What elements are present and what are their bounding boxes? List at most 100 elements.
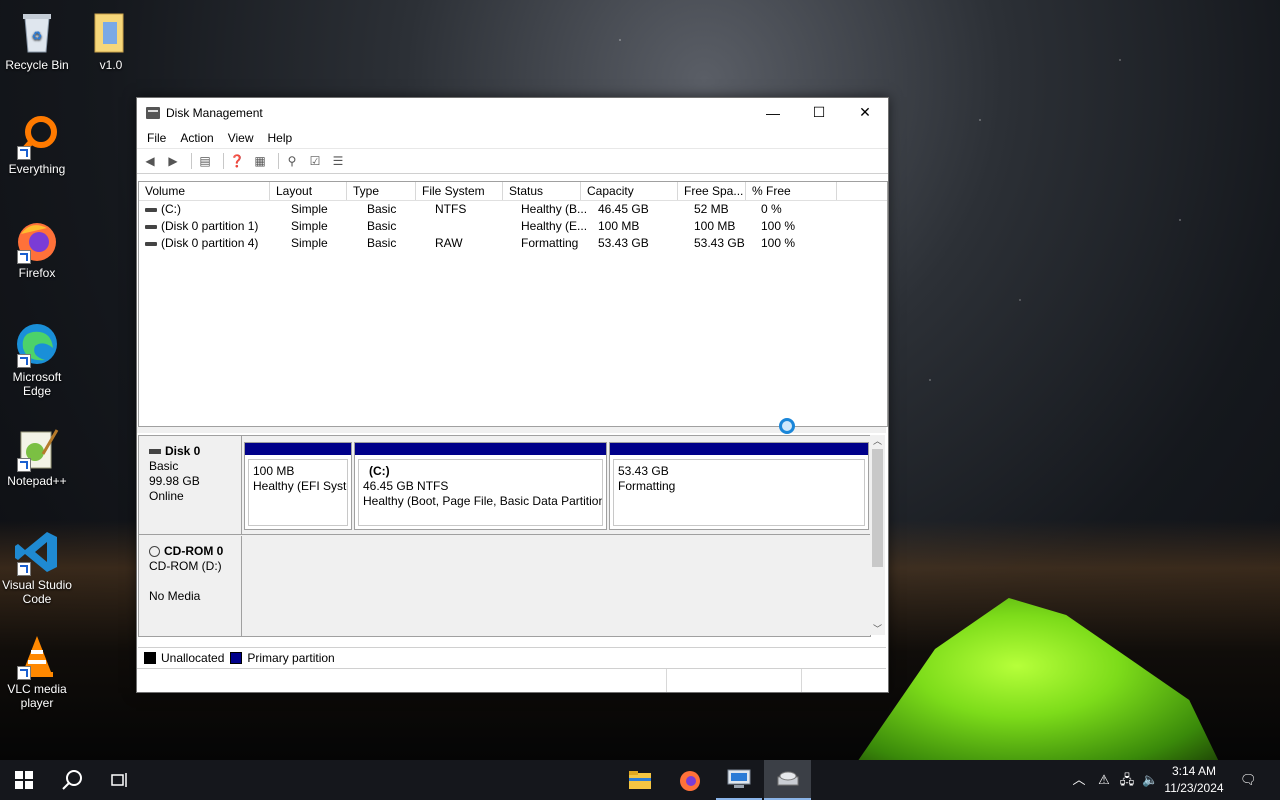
cell-type: Basic xyxy=(367,219,397,233)
window-title: Disk Management xyxy=(166,106,263,120)
settings-list-icon[interactable]: ☰ xyxy=(329,152,347,170)
disk-row-disk-0[interactable]: Disk 0 Basic 99.98 GB Online 100 MB Heal… xyxy=(139,436,870,534)
scrollbar-thumb[interactable] xyxy=(872,449,883,567)
primary-partition-bar xyxy=(245,443,351,455)
table-row[interactable]: (Disk 0 partition 1) Simple Basic Health… xyxy=(139,218,887,235)
volume-name: (C:) xyxy=(161,202,181,216)
maximize-button[interactable]: ☐ xyxy=(796,98,842,127)
column-header-capacity[interactable]: Capacity xyxy=(581,182,678,200)
cell-percent-free: 0 % xyxy=(761,202,782,216)
taskbar-file-explorer[interactable] xyxy=(617,760,663,800)
console-tree-icon[interactable]: ▤ xyxy=(196,152,214,170)
disk-management-window[interactable]: Disk Management — ☐ ✕ File Action View H… xyxy=(136,97,889,693)
svg-text:♻: ♻ xyxy=(32,29,43,43)
disk-state: Online xyxy=(149,489,184,503)
close-button[interactable]: ✕ xyxy=(842,98,888,127)
column-header-file-system[interactable]: File System xyxy=(416,182,503,200)
desktop-icon-recycle-bin[interactable]: ♻ Recycle Bin xyxy=(0,8,74,72)
status-pane xyxy=(137,669,668,692)
windows-logo-icon xyxy=(15,771,33,789)
taskbar-disk-management[interactable] xyxy=(764,760,811,800)
column-header-volume[interactable]: Volume xyxy=(139,182,270,200)
desktop-icon-label: Notepad++ xyxy=(7,474,67,488)
connect-disk-icon[interactable]: ⚲ xyxy=(283,152,301,170)
toolbar-separator xyxy=(191,153,192,169)
help-icon[interactable]: ❓ xyxy=(228,152,246,170)
partition-status: Formatting xyxy=(618,479,676,493)
legend: Unallocated Primary partition xyxy=(138,647,886,668)
partition-formatting[interactable]: 53.43 GB Formatting xyxy=(609,442,869,530)
minimize-button[interactable]: — xyxy=(750,98,796,127)
menu-help[interactable]: Help xyxy=(262,129,299,147)
clock[interactable]: 3:14 AM 11/23/2024 xyxy=(1162,763,1226,797)
desktop-icon-edge[interactable]: Microsoft Edge xyxy=(0,320,74,398)
toolbar-separator xyxy=(278,153,279,169)
disk-row-cdrom-0[interactable]: CD-ROM 0 CD-ROM (D:) No Media xyxy=(139,536,870,636)
cell-layout: Simple xyxy=(291,202,328,216)
column-header-status[interactable]: Status xyxy=(503,182,581,200)
taskbar: ︿ ⚠ 🖧 🔈 3:14 AM 11/23/2024 🗨 xyxy=(0,760,1280,800)
clock-date: 11/23/2024 xyxy=(1164,781,1224,795)
desktop-icon-vscode[interactable]: Visual Studio Code xyxy=(0,528,74,606)
partition-status: Healthy (Boot, Page File, Basic Data Par… xyxy=(363,494,603,508)
shortcut-arrow-icon xyxy=(17,146,31,160)
search-icon xyxy=(62,770,82,790)
column-header-free-space[interactable]: Free Spa... xyxy=(678,182,746,200)
disk-graphical-view[interactable]: Disk 0 Basic 99.98 GB Online 100 MB Heal… xyxy=(138,435,871,637)
start-button[interactable] xyxy=(0,760,48,800)
scroll-up-icon[interactable]: ︿ xyxy=(870,435,885,447)
disk-management-app-icon xyxy=(146,107,160,119)
cell-percent-free: 100 % xyxy=(761,236,796,250)
column-header-type[interactable]: Type xyxy=(347,182,416,200)
cdrom-empty-area xyxy=(244,536,870,636)
show-hidden-icons-chevron-icon[interactable]: ︿ xyxy=(1071,772,1087,788)
column-header-layout[interactable]: Layout xyxy=(270,182,347,200)
partition-size: 46.45 GB NTFS xyxy=(363,479,449,493)
network-icon[interactable]: 🖧 xyxy=(1119,772,1135,788)
task-view-button[interactable] xyxy=(96,760,144,800)
disk-view-scrollbar[interactable]: ︿ ﹀ xyxy=(870,435,885,635)
cd-rom-icon xyxy=(149,546,160,558)
scroll-down-icon[interactable]: ﹀ xyxy=(870,623,885,635)
cell-status: Formatting xyxy=(521,236,579,250)
taskbar-firefox[interactable] xyxy=(667,760,713,800)
back-arrow-icon[interactable]: ◀ xyxy=(141,152,159,170)
status-bar xyxy=(137,668,886,692)
toolbar-separator xyxy=(223,153,224,169)
partition-c[interactable]: (C:) 46.45 GB NTFS Healthy (Boot, Page F… xyxy=(354,442,607,530)
volume-name: (Disk 0 partition 1) xyxy=(161,219,259,233)
taskbar-computer-management[interactable] xyxy=(716,760,762,800)
check-icon[interactable]: ☑ xyxy=(306,152,324,170)
busy-cursor-icon xyxy=(779,418,795,434)
menu-view[interactable]: View xyxy=(222,129,260,147)
volume-list[interactable]: Volume Layout Type File System Status Ca… xyxy=(138,181,888,427)
desktop-icon-v1[interactable]: v1.0 xyxy=(74,8,148,72)
cdrom-0-label[interactable]: CD-ROM 0 CD-ROM (D:) No Media xyxy=(139,536,242,636)
menu-action[interactable]: Action xyxy=(174,129,219,147)
column-header-percent-free[interactable]: % Free xyxy=(746,182,837,200)
cell-capacity: 46.45 GB xyxy=(598,202,649,216)
pane-splitter[interactable] xyxy=(137,427,886,433)
table-row[interactable]: (Disk 0 partition 4) Simple Basic RAW Fo… xyxy=(139,235,887,252)
table-row[interactable]: (C:) Simple Basic NTFS Healthy (B... 46.… xyxy=(139,201,887,218)
menu-file[interactable]: File xyxy=(141,129,172,147)
partition-size: 100 MB xyxy=(253,464,295,478)
cell-file-system: RAW xyxy=(435,236,463,250)
cell-capacity: 100 MB xyxy=(598,219,640,233)
title-bar[interactable]: Disk Management — ☐ ✕ xyxy=(137,98,888,128)
desktop-icon-everything[interactable]: Everything xyxy=(0,112,74,176)
notifications-icon[interactable]: 🗨 xyxy=(1240,772,1257,788)
volume-icon xyxy=(145,208,157,212)
disk-0-label[interactable]: Disk 0 Basic 99.98 GB Online xyxy=(139,436,242,534)
menu-bar: File Action View Help xyxy=(137,128,888,148)
desktop-icon-vlc[interactable]: VLC media player xyxy=(0,632,74,710)
forward-arrow-icon[interactable]: ▶ xyxy=(164,152,182,170)
tray-app-icon[interactable]: ⚠ xyxy=(1096,772,1112,788)
volume-muted-icon[interactable]: 🔈 xyxy=(1142,772,1158,788)
search-button[interactable] xyxy=(48,760,96,800)
desktop-icon-notepadpp[interactable]: Notepad++ xyxy=(0,424,74,488)
desktop-icon-firefox[interactable]: Firefox xyxy=(0,216,74,280)
status-pane xyxy=(667,669,803,692)
properties-icon[interactable]: ▦ xyxy=(251,152,269,170)
partition-efi[interactable]: 100 MB Healthy (EFI Syste xyxy=(244,442,352,530)
